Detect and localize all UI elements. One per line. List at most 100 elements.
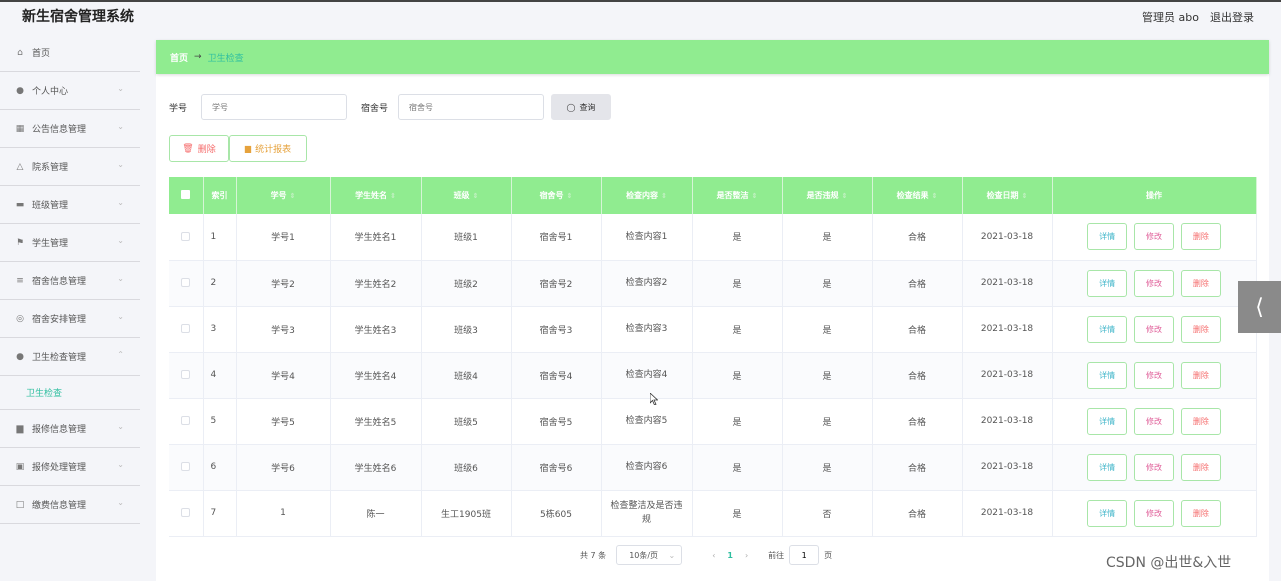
table-cell: 班级4: [421, 352, 512, 399]
table-cell: 4: [203, 352, 237, 399]
sort-icon[interactable]: ⇕: [390, 192, 396, 200]
edit-button[interactable]: 修改: [1134, 315, 1174, 343]
table-row: 2 学号2 学生姓名2 班级2 宿舍号2 检查内容2 是是合格 2021-03-18 详情 修…: [169, 260, 1257, 307]
sidebar-item-label: 宿舍安排管理: [32, 315, 87, 325]
report-button[interactable]: ▆ 统计报表: [229, 135, 307, 162]
compass-icon: ◎: [16, 313, 24, 324]
table-cell: 学号1: [236, 214, 331, 261]
sidebar-item[interactable]: ▦ 公告信息管理 ⌄: [0, 110, 140, 148]
detail-button[interactable]: 详情: [1087, 499, 1128, 527]
sidebar-subitem-hygiene-check[interactable]: 卫生检查: [0, 376, 140, 410]
column-header[interactable]: 学号 ⇕: [236, 177, 331, 214]
column-header[interactable]: 学生姓名 ⇕: [330, 177, 422, 214]
sidebar-item[interactable]: ◎ 宿舍安排管理 ⌄: [0, 300, 140, 338]
page-size-select[interactable]: 10条/页 ⌄: [616, 545, 683, 565]
chevron-down-icon: ⌄: [117, 160, 124, 169]
table-cell: 检查内容1: [601, 214, 693, 261]
chat-icon: □: [15, 499, 25, 510]
detail-button[interactable]: 详情: [1087, 269, 1128, 297]
sidebar-item[interactable]: ⌂ 首页: [0, 34, 140, 72]
column-header[interactable]: 班级 ⇕: [421, 177, 512, 214]
page-number[interactable]: 1: [727, 551, 733, 560]
table-cell: 3: [203, 306, 237, 353]
row-checkbox[interactable]: [169, 352, 204, 399]
breadcrumb-home[interactable]: 首页: [170, 51, 188, 64]
sidebar-item[interactable]: ● 卫生检查管理 ⌃: [0, 338, 140, 376]
next-page-button[interactable]: ›: [745, 551, 748, 560]
dorm-input[interactable]: [398, 94, 545, 120]
delete-button[interactable]: 删除: [1180, 269, 1221, 297]
edit-button[interactable]: 修改: [1134, 499, 1174, 527]
collapse-panel-button[interactable]: ⟨: [1238, 281, 1281, 333]
edit-button[interactable]: 修改: [1134, 453, 1174, 481]
sort-icon[interactable]: ⇕: [473, 192, 479, 200]
table-cell: 学号4: [236, 352, 331, 399]
delete-button[interactable]: 删除: [1180, 407, 1221, 435]
table-row: 3 学号3 学生姓名3 班级3 宿舍号3 检查内容3 是是合格 2021-03-18 详情 修…: [169, 306, 1257, 353]
bulk-delete-button[interactable]: 🗑 删除: [169, 135, 229, 162]
user-icon: ●: [16, 351, 24, 362]
detail-button[interactable]: 详情: [1087, 407, 1128, 435]
chevron-left-icon: ⟨: [1255, 294, 1264, 320]
sort-icon[interactable]: ⇕: [1022, 192, 1028, 200]
row-checkbox[interactable]: [169, 306, 204, 353]
sort-icon[interactable]: ⇕: [567, 192, 573, 200]
column-header[interactable]: 检查日期 ⇕: [962, 177, 1053, 214]
student-id-input[interactable]: [201, 94, 348, 120]
sidebar-item[interactable]: ▣ 报修处理管理 ⌄: [0, 448, 140, 486]
prev-page-button[interactable]: ‹: [712, 551, 715, 560]
sort-icon[interactable]: ⇕: [752, 192, 758, 200]
edit-button[interactable]: 修改: [1134, 269, 1174, 297]
row-checkbox[interactable]: [169, 490, 204, 537]
sidebar-item[interactable]: ⚑ 学生管理 ⌄: [0, 224, 140, 262]
sort-icon[interactable]: ⇕: [661, 192, 667, 200]
chevron-down-icon: ⌄: [117, 460, 124, 469]
table-cell: 合格: [872, 214, 963, 261]
detail-button[interactable]: 详情: [1087, 453, 1128, 481]
table-cell: 检查内容5: [601, 398, 693, 445]
row-checkbox[interactable]: [169, 398, 204, 445]
delete-button[interactable]: 删除: [1180, 361, 1221, 389]
column-header[interactable]: 是否整洁 ⇕: [692, 177, 783, 214]
column-header[interactable]: 检查结果 ⇕: [872, 177, 963, 214]
detail-button[interactable]: 详情: [1087, 223, 1128, 251]
goto-page-input[interactable]: [789, 545, 820, 565]
edit-button[interactable]: 修改: [1134, 407, 1174, 435]
bar-chart-icon: ▆: [16, 423, 24, 434]
row-actions: 详情 修改 删除: [1052, 306, 1257, 353]
detail-button[interactable]: 详情: [1087, 361, 1128, 389]
edit-button[interactable]: 修改: [1134, 223, 1174, 251]
delete-button[interactable]: 删除: [1180, 315, 1221, 343]
column-header: 索引: [203, 177, 237, 214]
sidebar-item[interactable]: ▬ 班级管理 ⌄: [0, 186, 140, 224]
edit-button[interactable]: 修改: [1134, 361, 1174, 389]
sidebar-item[interactable]: □ 缴费信息管理 ⌄: [0, 486, 140, 524]
student-id-label: 学号: [169, 103, 188, 114]
table-cell: 是: [692, 490, 783, 537]
column-header[interactable]: 宿舍号 ⇕: [511, 177, 602, 214]
sidebar-item[interactable]: ≡ 宿舍信息管理 ⌄: [0, 262, 140, 300]
column-header[interactable]: 检查内容 ⇕: [601, 177, 693, 214]
query-button[interactable]: ◯ 查询: [551, 94, 612, 120]
detail-button[interactable]: 详情: [1087, 315, 1128, 343]
sidebar-item[interactable]: ● 个人中心 ⌄: [0, 72, 140, 110]
sidebar-item[interactable]: ▆ 报修信息管理 ⌄: [0, 410, 140, 448]
sort-icon[interactable]: ⇕: [932, 192, 938, 200]
table-cell: 学号2: [236, 260, 331, 307]
table-cell: 是: [692, 444, 783, 491]
sort-icon[interactable]: ⇕: [290, 192, 296, 200]
logout-link[interactable]: 退出登录: [1210, 9, 1254, 25]
row-checkbox[interactable]: [169, 260, 204, 307]
delete-button[interactable]: 删除: [1180, 453, 1221, 481]
sidebar-item[interactable]: △ 院系管理 ⌄: [0, 148, 140, 186]
row-actions: 详情 修改 删除: [1052, 260, 1257, 307]
row-checkbox[interactable]: [169, 214, 204, 261]
select-all-checkbox[interactable]: [169, 177, 204, 214]
table-cell: 2021-03-18: [962, 352, 1053, 399]
breadcrumb: 首页 → 卫生检查: [156, 40, 1269, 74]
sort-icon[interactable]: ⇕: [842, 192, 848, 200]
row-checkbox[interactable]: [169, 444, 204, 491]
delete-button[interactable]: 删除: [1180, 223, 1221, 251]
column-header[interactable]: 是否违规 ⇕: [782, 177, 873, 214]
delete-button[interactable]: 删除: [1180, 499, 1221, 527]
